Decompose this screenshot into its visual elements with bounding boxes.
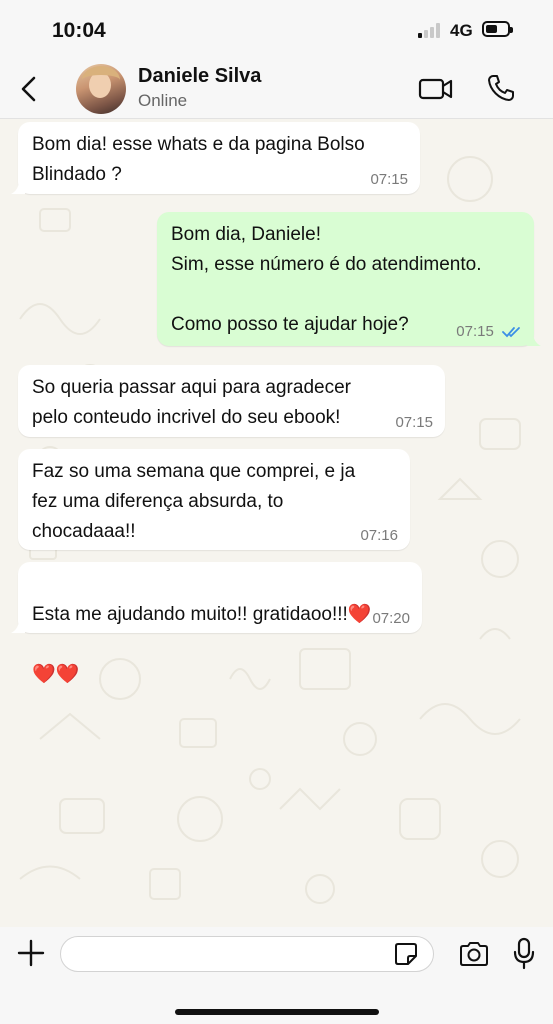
home-indicator (175, 1009, 379, 1015)
composer-bar (0, 927, 553, 1024)
phone-icon[interactable] (486, 73, 516, 103)
battery-icon (482, 21, 513, 37)
message-time: 07:20 (372, 610, 410, 627)
video-camera-icon[interactable] (418, 75, 454, 103)
chat-header: Daniele Silva Online (0, 60, 553, 119)
message-bubble-incoming[interactable]: Esta me ajudando muito!! gratidaoo!!!❤️ … (11, 562, 422, 685)
message-text: Bom dia, Daniele! Sim, esse número é do … (171, 224, 482, 335)
microphone-icon[interactable] (512, 937, 536, 971)
message-bubble-incoming[interactable]: So queria passar aqui para agradecer pel… (18, 365, 445, 437)
message-text: Bom dia! esse whats e da pagina Bolso Bl… (32, 134, 365, 185)
bubble-tail (11, 180, 25, 194)
camera-icon[interactable] (458, 940, 490, 968)
message-time: 07:15 (395, 414, 433, 431)
heart-emojis: ❤️❤️ (32, 664, 80, 685)
message-bubble-outgoing[interactable]: Bom dia, Daniele! Sim, esse número é do … (157, 212, 541, 346)
heart-emoji: ❤️ (347, 604, 372, 625)
contact-name[interactable]: Daniele Silva (138, 65, 261, 88)
network-type: 4G (450, 21, 473, 40)
bubble-tail (527, 332, 541, 346)
signal-strength-icon (418, 22, 444, 38)
sticker-icon[interactable] (394, 942, 418, 966)
status-bar: 10:04 4G (0, 0, 553, 60)
message-text: So queria passar aqui para agradecer pel… (32, 377, 351, 428)
status-time: 10:04 (52, 19, 106, 42)
message-text: Faz so uma semana que comprei, e ja fez … (32, 461, 356, 542)
message-time: 07:15 (456, 323, 494, 340)
plus-icon[interactable] (16, 938, 46, 968)
message-bubble-incoming[interactable]: Bom dia! esse whats e da pagina Bolso Bl… (11, 122, 420, 194)
chat-area[interactable]: Bom dia! esse whats e da pagina Bolso Bl… (0, 119, 553, 927)
contact-status: Online (138, 91, 188, 110)
message-meta: 07:15 (456, 323, 522, 341)
message-text: Esta me ajudando muito!! gratidaoo!!! (32, 604, 348, 625)
double-check-read-icon (502, 327, 520, 338)
message-text-wrapper: Esta me ajudando muito!! gratidaoo!!!❤️ … (32, 570, 408, 690)
message-input[interactable] (60, 936, 434, 972)
contact-avatar[interactable] (76, 64, 126, 114)
bubble-tail (11, 619, 25, 633)
back-chevron-icon[interactable] (16, 74, 42, 104)
message-time: 07:15 (370, 171, 408, 188)
message-time: 07:16 (360, 527, 398, 544)
message-bubble-incoming[interactable]: Faz so uma semana que comprei, e ja fez … (18, 449, 410, 550)
